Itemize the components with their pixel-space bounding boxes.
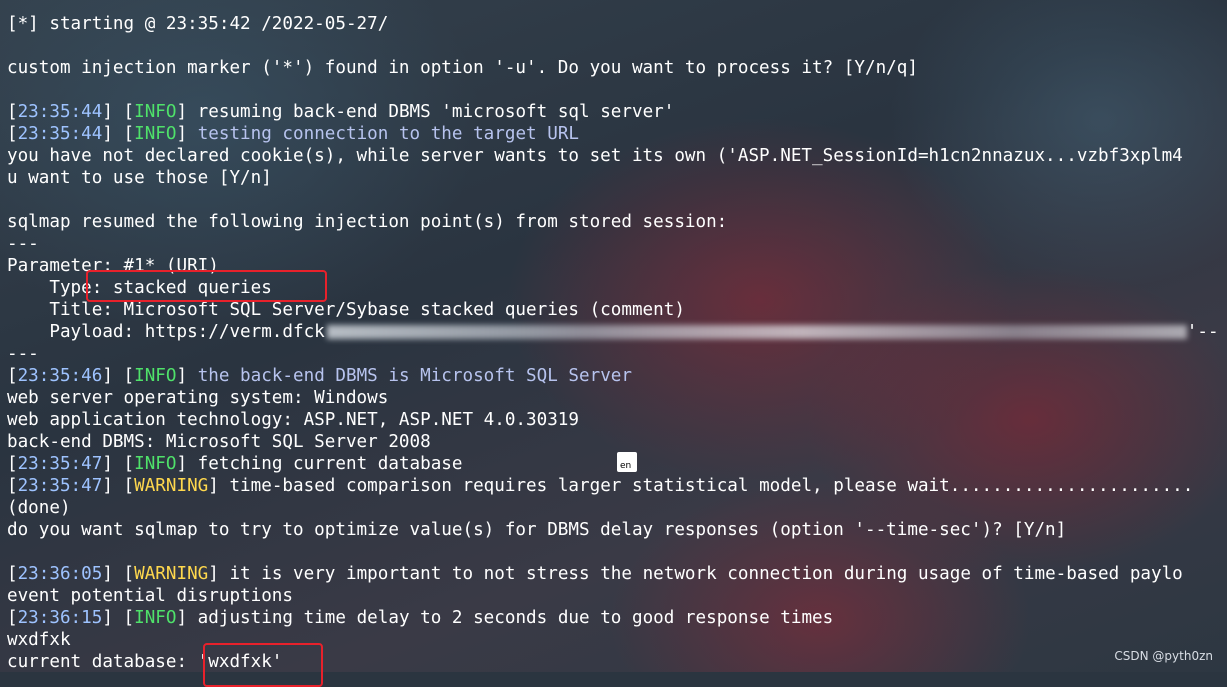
timestamp: 23:35:46 [17, 366, 103, 386]
line-text: [ [7, 476, 18, 496]
timestamp: 23:35:44 [17, 124, 103, 144]
line-text: [ [7, 608, 18, 628]
terminal-line: --- [7, 343, 1227, 365]
terminal-line: (done) [7, 497, 1227, 519]
terminal-line: web server operating system: Windows [7, 387, 1227, 409]
line-text: the back-end DBMS is Microsoft SQL Serve… [197, 366, 632, 386]
line-text: [*] starting @ 23:35:42 /2022-05-27/ [7, 14, 389, 34]
line-text: custom injection marker ('*') found in o… [7, 58, 918, 78]
terminal-line: [23:36:15] [INFO] adjusting time delay t… [7, 607, 1227, 629]
terminal-line: back-end DBMS: Microsoft SQL Server 2008 [7, 431, 1227, 453]
line-text: Payload: https://verm.dfck [7, 322, 325, 342]
line-text: ] adjusting time delay to 2 seconds due … [176, 608, 834, 628]
line-text: [ [7, 124, 18, 144]
line-text: ] [ [102, 124, 135, 144]
timestamp: 23:35:44 [17, 102, 103, 122]
redacted-payload [326, 325, 1187, 339]
info-tag: INFO [134, 608, 177, 628]
line-text: ] it is very important to not stress the… [208, 564, 1183, 584]
terminal-line: sqlmap resumed the following injection p… [7, 211, 1227, 233]
terminal-line: Title: Microsoft SQL Server/Sybase stack… [7, 299, 1227, 321]
timestamp: 23:35:47 [17, 476, 103, 496]
line-text: --- [7, 234, 39, 254]
terminal-line: --- [7, 233, 1227, 255]
terminal-line: you have not declared cookie(s), while s… [7, 145, 1227, 167]
line-text: ] [ [102, 476, 135, 496]
info-tag: INFO [134, 102, 177, 122]
timestamp: 23:36:05 [17, 564, 103, 584]
terminal-line: [23:35:47] [WARNING] time-based comparis… [7, 475, 1227, 497]
highlight-box-type [86, 270, 327, 302]
line-text: you have not declared cookie(s), while s… [7, 146, 1183, 166]
line-text: [ [7, 564, 18, 584]
terminal-line: [23:35:46] [INFO] the back-end DBMS is M… [7, 365, 1227, 387]
line-text: '-- [1186, 322, 1219, 342]
line-text: ] [ [102, 454, 135, 474]
line-text: u want to use those [Y/n] [7, 168, 272, 188]
terminal-line: u want to use those [Y/n] [7, 167, 1227, 189]
terminal-line: do you want sqlmap to try to optimize va… [7, 519, 1227, 541]
line-text: sqlmap resumed the following injection p… [7, 212, 728, 232]
line-text: ] [ [102, 366, 135, 386]
terminal-line: wxdfxk [7, 629, 1227, 651]
line-text: web server operating system: Windows [7, 388, 389, 408]
terminal-line: [*] starting @ 23:35:42 /2022-05-27/ [7, 13, 1227, 35]
line-text: back-end DBMS: Microsoft SQL Server 2008 [7, 432, 431, 452]
line-text: ] [176, 366, 198, 386]
line-text: web application technology: ASP.NET, ASP… [7, 410, 579, 430]
line-text: Title: Microsoft SQL Server/Sybase stack… [7, 300, 685, 320]
line-text: [ [7, 454, 18, 474]
line-text: (done) [7, 498, 71, 518]
terminal-output[interactable]: [*] starting @ 23:35:42 /2022-05-27/cust… [7, 13, 1227, 672]
info-tag: INFO [134, 454, 177, 474]
line-text: [ [7, 102, 18, 122]
line-text: [ [7, 366, 18, 386]
terminal-line: [23:36:05] [WARNING] it is very importan… [7, 563, 1227, 585]
watermark: CSDN @pyth0zn [1114, 649, 1213, 663]
warning-tag: WARNING [134, 564, 209, 584]
terminal-line: [23:35:44] [INFO] testing connection to … [7, 123, 1227, 145]
line-text: ] [176, 124, 198, 144]
line-text: event potential disruptions [7, 586, 293, 606]
terminal-line: custom injection marker ('*') found in o… [7, 57, 1227, 79]
line-text: ] [ [102, 608, 135, 628]
terminal-line: [23:35:44] [INFO] resuming back-end DBMS… [7, 101, 1227, 123]
line-text: testing connection to the target URL [197, 124, 580, 144]
info-tag: INFO [134, 124, 177, 144]
warning-tag: WARNING [134, 476, 209, 496]
timestamp: 23:35:47 [17, 454, 103, 474]
ime-label: en [620, 461, 632, 471]
line-text: ] [ [102, 102, 135, 122]
terminal-line: event potential disruptions [7, 585, 1227, 607]
line-text: do you want sqlmap to try to optimize va… [7, 520, 1067, 540]
line-text: wxdfxk [7, 630, 71, 650]
line-text: ] time-based comparison requires larger … [208, 476, 1194, 496]
timestamp: 23:36:15 [17, 608, 103, 628]
terminal-line: current database: 'wxdfxk' [7, 651, 1227, 672]
terminal-line: Payload: https://verm.dfck '-- [7, 321, 1227, 343]
ime-language-icon[interactable]: en [617, 452, 637, 472]
highlight-box-database [203, 643, 323, 687]
line-text: ] fetching current database [176, 454, 463, 474]
info-tag: INFO [134, 366, 177, 386]
terminal-line: web application technology: ASP.NET, ASP… [7, 409, 1227, 431]
line-text: ] resuming back-end DBMS 'microsoft sql … [176, 102, 675, 122]
line-text: --- [7, 344, 39, 364]
line-text: ] [ [102, 564, 135, 584]
